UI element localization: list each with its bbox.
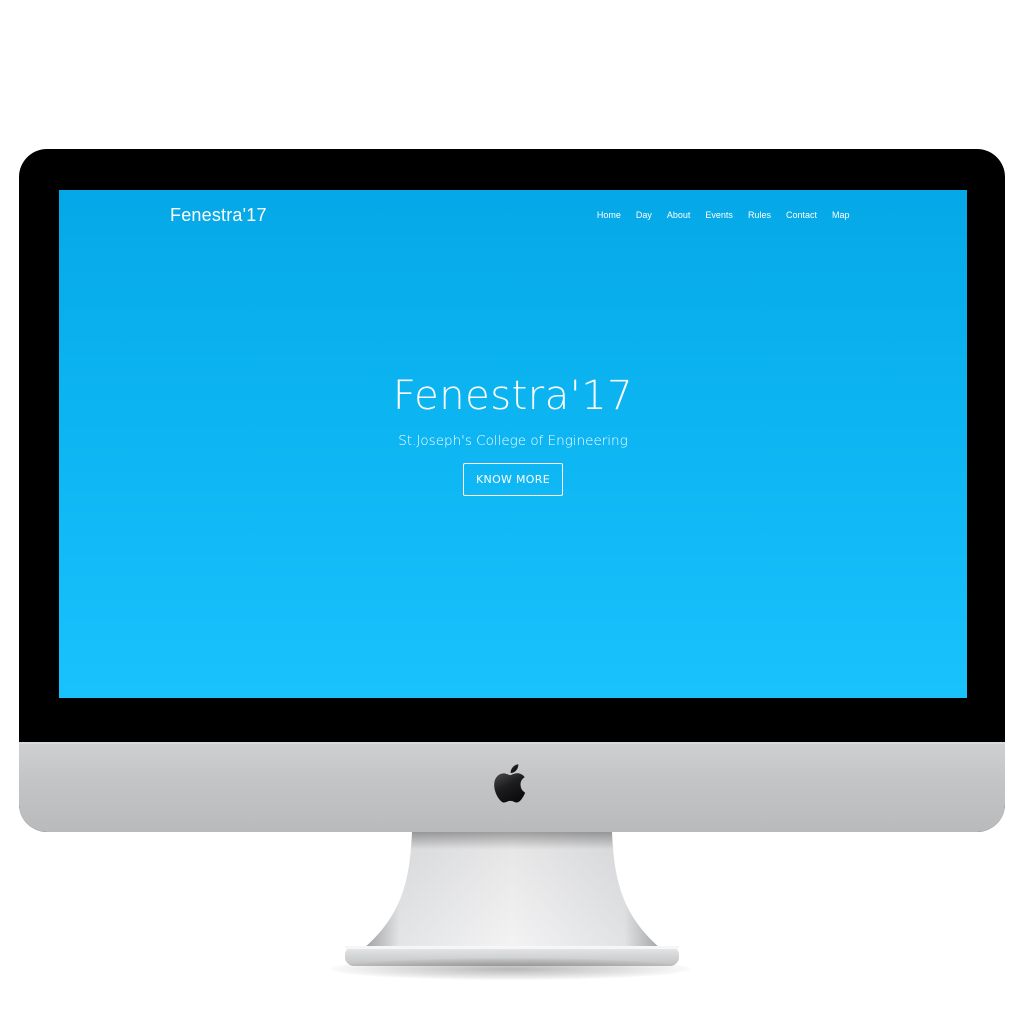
nav-link-contact[interactable]: Contact	[778, 210, 824, 220]
hero-subtitle: St.Joseph's College of Engineering	[398, 433, 628, 449]
stand-shadow	[330, 958, 690, 980]
site-brand-link[interactable]: Fenestra'17	[170, 205, 267, 226]
nav-links: Home Day About Events Rules Contact Map	[589, 210, 857, 220]
nav-link-home[interactable]: Home	[589, 210, 628, 220]
nav-link-map[interactable]: Map	[824, 210, 857, 220]
screen: Fenestra'17 Home Day About Events Rules …	[59, 190, 967, 698]
know-more-button[interactable]: KNOW MORE	[463, 463, 563, 496]
nav-link-rules[interactable]: Rules	[740, 210, 778, 220]
device-mockup: Fenestra'17 Home Day About Events Rules …	[0, 0, 1024, 1024]
hero-title: Fenestra'17	[392, 373, 634, 419]
monitor-frame: Fenestra'17 Home Day About Events Rules …	[19, 149, 1005, 832]
apple-logo-icon	[494, 764, 526, 803]
nav-link-events[interactable]: Events	[698, 210, 741, 220]
nav-link-about[interactable]: About	[659, 210, 698, 220]
hero-section: Fenestra'17 St.Joseph's College of Engin…	[59, 368, 967, 496]
nav-link-day[interactable]: Day	[628, 210, 659, 220]
site-navbar: Fenestra'17 Home Day About Events Rules …	[59, 190, 967, 242]
